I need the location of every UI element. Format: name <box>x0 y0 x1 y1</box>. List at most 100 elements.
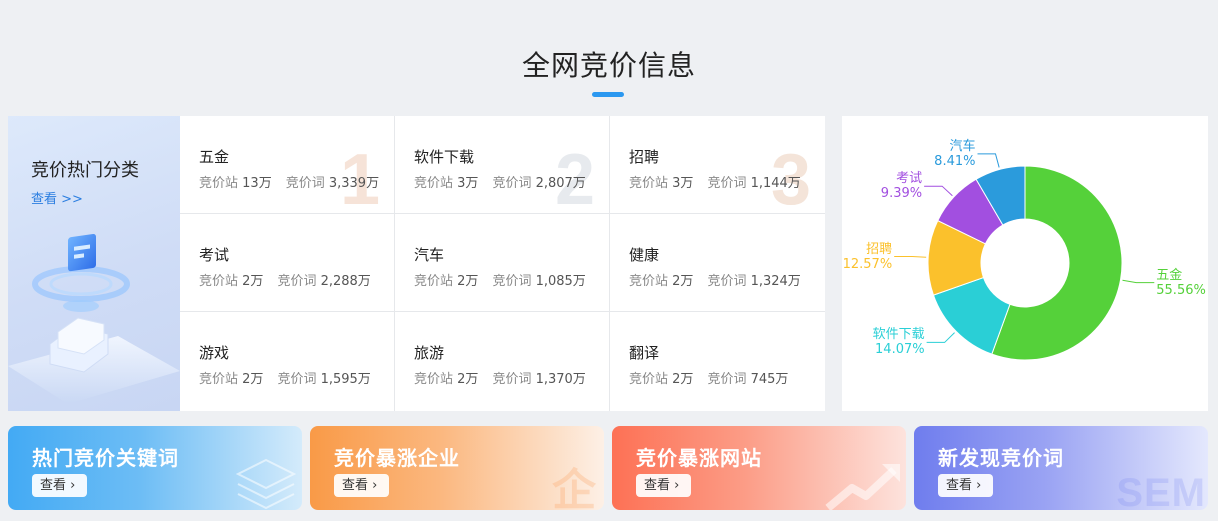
surging-websites-card[interactable]: 竞价暴涨网站 查看 › <box>612 426 906 510</box>
sites-value: 2万 <box>672 274 694 289</box>
words-label: 竞价词 <box>277 372 317 387</box>
view-button[interactable]: 查看 › <box>32 474 87 497</box>
category-name: 招聘 <box>629 148 660 166</box>
enterprise-glyph-icon: 企 <box>552 465 596 510</box>
sites-value: 2万 <box>672 372 694 387</box>
sites-label: 竞价站 <box>629 176 669 191</box>
words-label: 竞价词 <box>492 372 532 387</box>
category-stats: 竞价站 3万 竞价词 2,807万 <box>414 172 586 191</box>
words-value: 2,288万 <box>320 274 371 289</box>
title-underline <box>592 92 624 97</box>
words-label: 竞价词 <box>285 176 325 191</box>
surging-companies-card[interactable]: 竞价暴涨企业 查看 › 企 <box>310 426 604 510</box>
sites-value: 2万 <box>242 274 264 289</box>
category-name: 汽车 <box>414 246 445 264</box>
category-stats: 竞价站 2万 竞价词 1,085万 <box>414 270 586 289</box>
words-label: 竞价词 <box>707 274 747 289</box>
category-cell[interactable]: 3 招聘 竞价站 3万 竞价词 1,144万 <box>610 116 825 214</box>
card-title: 竞价暴涨企业 <box>334 446 460 470</box>
words-value: 745万 <box>750 372 789 387</box>
donut-label: 招聘 12.57% <box>822 241 893 272</box>
donut-label-percent: 55.56% <box>1156 282 1206 298</box>
sites-value: 2万 <box>457 274 479 289</box>
sites-value: 2万 <box>242 372 264 387</box>
category-share-chart: 五金 55.56% 软件下载 14.07% 招聘 12.57% 考试 9.39% 汽车 8.41% <box>842 116 1208 411</box>
category-cell[interactable]: 旅游 竞价站 2万 竞价词 1,370万 <box>395 312 610 411</box>
donut-label-percent: 9.39% <box>880 186 923 202</box>
donut-label: 考试 9.39% <box>852 171 922 201</box>
words-label: 竞价词 <box>277 274 317 289</box>
donut-label-percent: 8.41% <box>934 153 976 169</box>
words-label: 竞价词 <box>492 176 532 191</box>
sites-value: 2万 <box>457 372 479 387</box>
words-label: 竞价词 <box>492 274 532 289</box>
words-label: 竞价词 <box>707 372 747 387</box>
donut-label-name: 汽车 <box>949 138 976 154</box>
category-stats: 竞价站 13万 竞价词 3,339万 <box>199 172 379 191</box>
words-value: 1,370万 <box>535 372 586 387</box>
chevron-right-icon: › <box>70 478 76 493</box>
view-button-label: 查看 <box>946 478 973 493</box>
category-cell[interactable]: 游戏 竞价站 2万 竞价词 1,595万 <box>180 312 395 411</box>
chevron-right-icon: › <box>674 478 680 493</box>
trend-up-icon <box>825 464 900 510</box>
hot-category-view-link[interactable]: 查看 >> <box>31 188 83 207</box>
donut-label: 五金 55.56% <box>1156 268 1206 298</box>
view-button[interactable]: 查看 › <box>334 474 389 497</box>
words-value: 2,807万 <box>535 176 586 191</box>
category-cell[interactable]: 翻译 竞价站 2万 竞价词 745万 <box>610 312 825 411</box>
hot-category-title: 竞价热门分类 <box>31 160 139 181</box>
words-value: 3,339万 <box>328 176 380 191</box>
hot-keywords-card[interactable]: 热门竞价关键词 查看 › <box>8 426 302 510</box>
category-cell[interactable]: 汽车 竞价站 2万 竞价词 1,085万 <box>395 214 610 312</box>
sites-label: 竞价站 <box>199 176 239 191</box>
sites-value: 3万 <box>457 176 479 191</box>
hot-category-panel: 竞价热门分类 查看 >> <box>8 116 180 411</box>
donut-label: 汽车 8.41% <box>905 139 975 169</box>
category-cell[interactable]: 1 五金 竞价站 13万 竞价词 3,339万 <box>180 116 395 214</box>
category-name: 考试 <box>199 246 230 264</box>
category-name: 健康 <box>629 246 660 264</box>
sites-label: 竞价站 <box>414 176 454 191</box>
donut-label-name: 招聘 <box>866 241 893 257</box>
words-value: 1,085万 <box>535 274 586 289</box>
category-stats: 竞价站 2万 竞价词 2,288万 <box>199 270 371 289</box>
view-button[interactable]: 查看 › <box>636 474 691 497</box>
category-cell[interactable]: 考试 竞价站 2万 竞价词 2,288万 <box>180 214 395 312</box>
category-grid: 1 五金 竞价站 13万 竞价词 3,339万 2 软件下载 竞价站 3万 竞价词 … <box>180 116 825 411</box>
view-button-label: 查看 <box>342 478 369 493</box>
category-cell[interactable]: 健康 竞价站 2万 竞价词 1,324万 <box>610 214 825 312</box>
donut-label-name: 软件下载 <box>872 327 925 343</box>
category-name: 翻译 <box>629 344 660 362</box>
leader-line <box>894 256 927 258</box>
new-bid-words-card[interactable]: 新发现竞价词 查看 › SEM <box>914 426 1208 510</box>
category-cell[interactable]: 2 软件下载 竞价站 3万 竞价词 2,807万 <box>395 116 610 214</box>
view-button-label: 查看 <box>40 478 67 493</box>
sites-label: 竞价站 <box>629 372 669 387</box>
category-stats: 竞价站 2万 竞价词 1,370万 <box>414 368 586 387</box>
words-value: 1,324万 <box>750 274 801 289</box>
section-title: 全网竞价信息 <box>521 49 696 82</box>
card-title: 热门竞价关键词 <box>32 446 179 470</box>
sites-label: 竞价站 <box>629 274 669 289</box>
leader-line <box>1122 279 1155 284</box>
chevron-right-icon: › <box>976 478 982 493</box>
category-illustration <box>8 234 180 404</box>
view-button[interactable]: 查看 › <box>938 474 993 497</box>
words-value: 1,144万 <box>750 176 801 191</box>
sem-watermark: SEM <box>1116 471 1206 510</box>
category-name: 旅游 <box>414 344 445 362</box>
donut-label-name: 五金 <box>1156 267 1183 283</box>
donut-label-percent: 14.07% <box>875 342 925 358</box>
leader-line <box>926 332 955 343</box>
view-button-label: 查看 <box>644 478 671 493</box>
category-name: 软件下载 <box>414 148 475 166</box>
category-name: 五金 <box>199 148 230 166</box>
sites-label: 竞价站 <box>199 372 239 387</box>
layers-icon <box>235 458 297 510</box>
donut-label: 软件下载 14.07% <box>855 327 925 357</box>
donut-chart <box>894 153 1155 361</box>
category-name: 游戏 <box>199 344 230 362</box>
category-stats: 竞价站 2万 竞价词 1,595万 <box>199 368 371 387</box>
leader-line <box>924 185 953 197</box>
